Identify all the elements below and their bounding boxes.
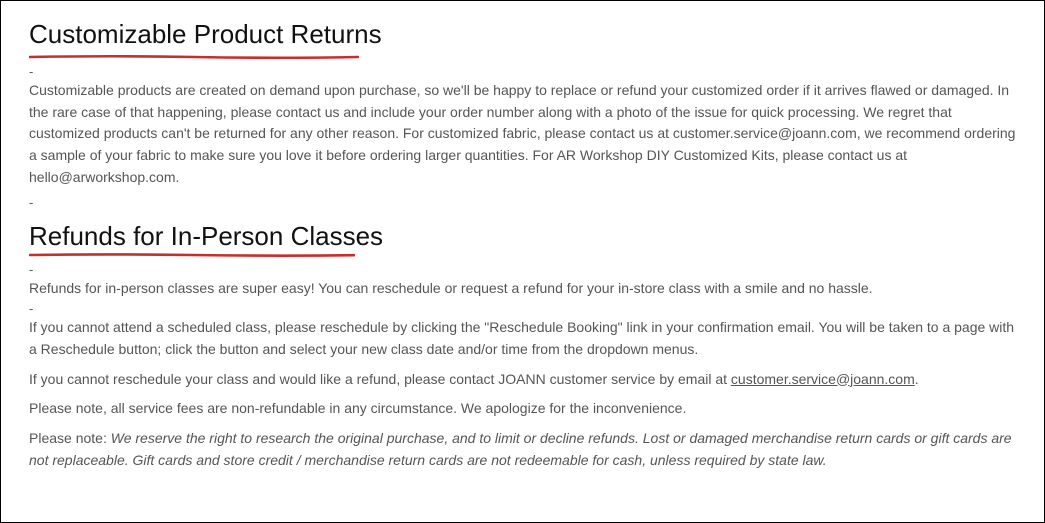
para-refunds-contact: If you cannot reschedule your class and …	[29, 369, 1016, 391]
dash-marker: -	[29, 302, 1016, 315]
heading-refunds-classes: Refunds for In-Person Classes	[29, 221, 383, 252]
dash-marker: -	[29, 65, 1016, 78]
text-contact-post: .	[915, 371, 919, 387]
para-refunds-reschedule: If you cannot attend a scheduled class, …	[29, 317, 1016, 360]
text-disclaimer-pre: Please note:	[29, 430, 111, 446]
section-refunds-classes: Refunds for In-Person Classes - Refunds …	[29, 211, 1016, 471]
underline-annotation-2	[29, 252, 1016, 257]
underline-annotation-1	[29, 54, 1016, 59]
email-link-customer-service[interactable]: customer.service@joann.com	[731, 371, 915, 387]
para-service-fees: Please note, all service fees are non-re…	[29, 398, 1016, 420]
policy-document: Customizable Product Returns - Customiza…	[0, 0, 1045, 523]
text-contact-pre: If you cannot reschedule your class and …	[29, 371, 731, 387]
dash-marker: -	[29, 196, 1016, 209]
heading-customizable-returns: Customizable Product Returns	[29, 19, 382, 54]
section-customizable-returns: Customizable Product Returns - Customiza…	[29, 19, 1016, 209]
para-customizable-body: Customizable products are created on dem…	[29, 80, 1016, 188]
para-disclaimer: Please note: We reserve the right to res…	[29, 428, 1016, 471]
text-disclaimer-italic: We reserve the right to research the ori…	[29, 430, 1012, 468]
para-refunds-intro: Refunds for in-person classes are super …	[29, 278, 1016, 300]
dash-marker: -	[29, 263, 1016, 276]
